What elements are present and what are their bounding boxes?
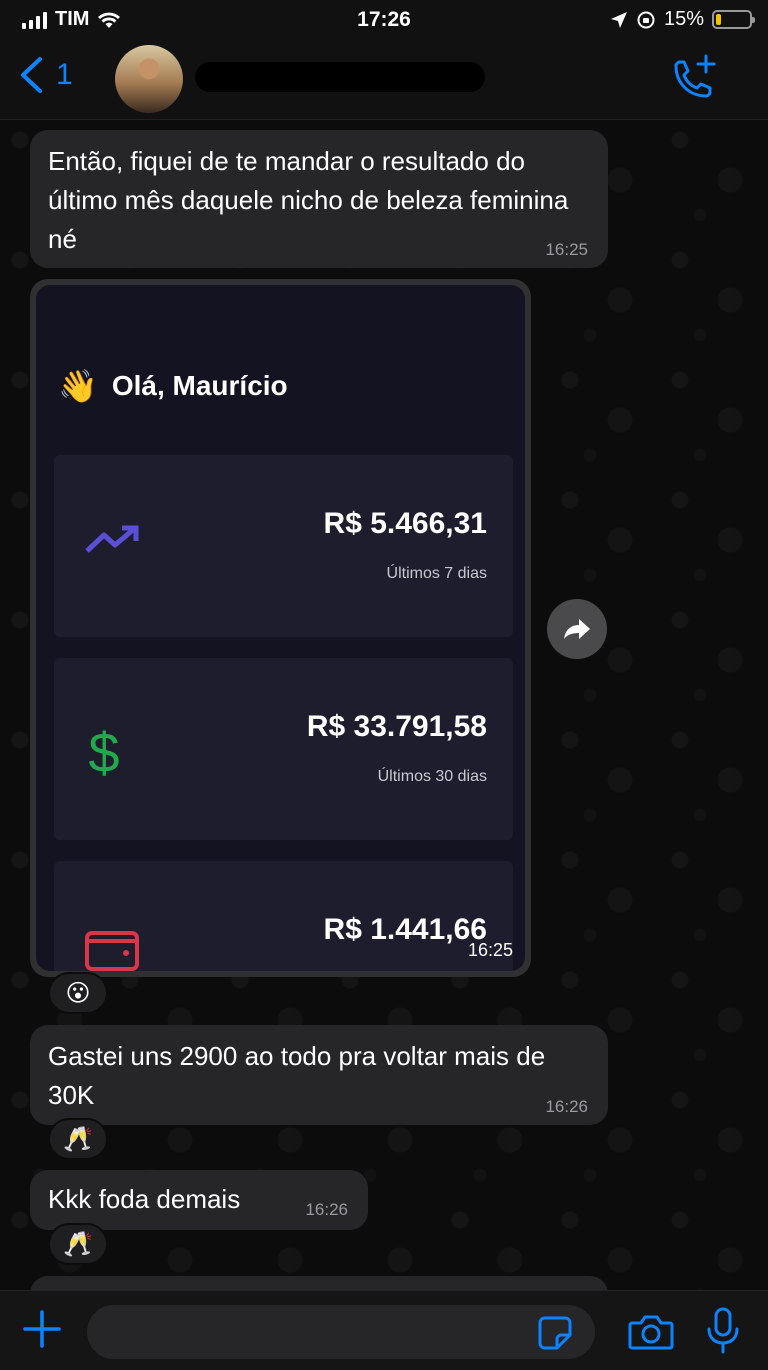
reaction-badge[interactable]: 🥂 [48,1118,108,1160]
message-bubble-incoming[interactable]: Gastei uns 2900 ao todo pra voltar mais … [30,1025,608,1125]
battery-fill [716,14,722,25]
message-time: 16:25 [545,240,588,259]
image-message[interactable]: 👋 Olá, Maurício R$ 5.466,31 Últimos 7 di… [30,279,531,977]
location-arrow-icon [610,11,627,28]
avatar[interactable] [115,45,183,113]
greeting-text: Olá, Maurício [111,370,288,401]
battery-icon [712,10,755,29]
dashboard-screenshot: 👋 Olá, Maurício R$ 5.466,31 Últimos 7 di… [36,285,525,971]
message-time: 16:26 [305,1200,348,1219]
contact-name-redacted[interactable] [195,62,485,92]
reaction-badge[interactable]: 😮 [48,972,108,1014]
message-time: 16:26 [545,1097,588,1116]
wallet-icon [85,931,139,971]
battery-percent: 15% [663,8,704,30]
message-input[interactable] [87,1305,595,1359]
svg-text:$: $ [88,722,119,782]
card-amount: R$ 5.466,31 [323,507,487,540]
status-bar: TIM 17:26 15% [0,0,768,40]
revenue-card-wallet: R$ 1.441,66 [54,861,513,971]
camera-icon[interactable] [628,1313,674,1351]
message-text: Gastei uns 2900 ao todo pra voltar mais … [48,1041,546,1110]
chat-header: 1 [0,40,768,120]
revenue-card-30d: $ R$ 33.791,58 Últimos 30 dias [54,658,513,840]
sticker-icon[interactable] [537,1315,573,1351]
add-call-icon[interactable] [668,54,720,104]
dollar-icon: $ [88,722,119,782]
reaction-badge[interactable]: 🥂 [48,1223,108,1265]
message-bubble-incoming[interactable]: Então, fiquei de te mandar o resultado d… [30,130,608,268]
greeting: 👋 Olá, Maurício [58,367,288,405]
microphone-icon[interactable] [705,1307,741,1355]
input-bar [0,1290,768,1370]
unread-count: 1 [56,58,73,91]
card-label: Últimos 30 dias [377,768,487,785]
card-label: Últimos 7 dias [386,565,487,582]
chevron-left-icon [21,57,42,93]
message-text: Então, fiquei de te mandar o resultado d… [48,146,569,254]
message-bubble-incoming[interactable]: Kkk foda demais 16:26 [30,1170,368,1230]
forward-arrow-icon [564,619,590,639]
back-button[interactable]: 1 [18,56,73,94]
reaction-emoji: 🥂 [63,1230,93,1258]
message-time: 16:25 [467,940,513,960]
reaction-emoji: 😮 [65,979,91,1007]
card-amount: R$ 33.791,58 [306,710,487,743]
reaction-emoji: 🥂 [63,1125,93,1153]
wave-emoji: 👋 [58,368,98,404]
trend-up-icon [85,525,139,553]
revenue-card-7d: R$ 5.466,31 Últimos 7 dias [54,455,513,637]
forward-button[interactable] [547,599,607,659]
rotation-lock-icon [637,11,655,28]
status-right: 15% [610,8,755,31]
plus-icon[interactable] [22,1309,62,1349]
card-amount: R$ 1.441,66 [323,913,487,946]
